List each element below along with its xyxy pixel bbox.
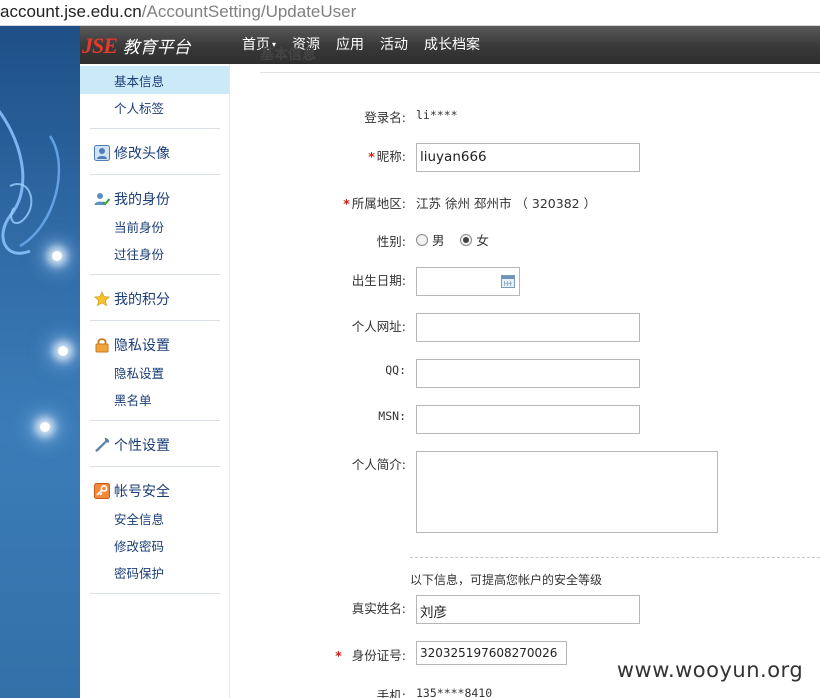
watermark: www.wooyun.org — [600, 653, 820, 687]
lock-icon — [95, 338, 109, 353]
address-bar[interactable]: account.jse.edu.cn/AccountSetting/Update… — [0, 0, 820, 26]
website-label: 个人网址: — [351, 319, 406, 334]
wrench-icon — [95, 437, 110, 452]
gender-label: 性别: — [376, 234, 406, 249]
nickname-label: * 昵称: — [368, 146, 406, 165]
realname-input[interactable]: 刘彦 — [416, 595, 640, 624]
nickname-label-text: 昵称: — [376, 149, 406, 164]
nickname-input[interactable]: liuyan666 — [416, 143, 640, 172]
msn-label: MSN: — [378, 409, 406, 423]
gender-female-label: 女 — [476, 233, 489, 248]
tab-basic-info[interactable]: 基本信息 — [260, 44, 316, 64]
sidebar-item-avatar[interactable]: 修改头像 — [94, 143, 170, 163]
idcard-label: * 身份证号: — [335, 645, 406, 664]
shield-key-icon — [94, 483, 110, 499]
nav-item-growth-archive[interactable]: 成长档案 — [424, 26, 480, 64]
region-label: * 所属地区: — [343, 193, 406, 212]
sidebar-item-personalize[interactable]: 个性设置 — [94, 435, 170, 455]
page: account.jse.edu.cn/AccountSetting/Update… — [0, 0, 820, 698]
idcard-label-text: 身份证号: — [351, 648, 406, 663]
sidebar-item-label: 我的积分 — [114, 292, 170, 308]
logo-name-text: 教育平台 — [122, 38, 191, 58]
section-divider — [410, 557, 820, 558]
region-value: 江苏 徐州 邳州市 （ 320382 ） — [416, 196, 597, 211]
birthday-label: 出生日期: — [351, 273, 406, 288]
star-icon — [94, 291, 110, 307]
url-path: /AccountSetting/UpdateUser — [141, 2, 357, 21]
required-mark: * — [335, 648, 342, 663]
sidebar-divider — [90, 174, 220, 175]
bio-textarea[interactable] — [416, 451, 718, 533]
birthday-input[interactable] — [416, 267, 520, 296]
nav-item-activities[interactable]: 活动 — [380, 26, 408, 64]
sidebar-item-personal-tags[interactable]: 个人标签 — [114, 98, 164, 117]
gender-options: 男 女 — [416, 230, 489, 249]
sidebar-item-privacy[interactable]: 隐私设置 — [94, 335, 170, 355]
gender-male-radio[interactable] — [416, 234, 428, 246]
sidebar-item-points[interactable]: 我的积分 — [94, 289, 170, 309]
tab-underline — [260, 72, 820, 73]
website-input[interactable] — [416, 313, 640, 342]
sidebar-item-label: 个性设置 — [114, 438, 170, 454]
sidebar-divider — [90, 420, 220, 421]
sidebar-item-basic-info[interactable]: 基本信息 — [114, 71, 164, 90]
sparkle-icon — [52, 251, 62, 261]
nav-item-label: 成长档案 — [424, 37, 481, 53]
gender-male-option[interactable]: 男 — [416, 233, 445, 248]
sidebar-divider — [90, 466, 220, 467]
gender-male-label: 男 — [432, 233, 445, 248]
realname-label: 真实姓名: — [351, 601, 406, 616]
login-name-label: 登录名: — [364, 110, 406, 125]
required-mark: * — [368, 149, 375, 164]
profile-form: 基本信息 登录名: li**** * 昵称: liuyan666 * 所属地区: 江… — [230, 47, 820, 698]
sidebar-item-password-protect[interactable]: 密码保护 — [114, 563, 164, 582]
phone-label: 手机: — [376, 688, 406, 698]
sidebar-item-label: 帐号安全 — [114, 484, 170, 500]
login-name-value: li**** — [416, 108, 458, 122]
sidebar-item-change-password[interactable]: 修改密码 — [114, 536, 164, 555]
sidebar-divider — [90, 128, 220, 129]
idcard-input[interactable]: 320325197608270026 — [416, 641, 567, 665]
sidebar-item-identity[interactable]: 我的身份 — [94, 189, 170, 209]
platform-logo[interactable]: JSE 教育平台 — [82, 33, 191, 59]
security-note: 以下信息，可提高您帐户的安全等级 — [410, 573, 603, 587]
left-decorative-background — [0, 26, 80, 698]
sparkle-icon — [58, 346, 68, 356]
gender-female-option[interactable]: 女 — [460, 233, 489, 248]
calendar-icon[interactable] — [501, 275, 515, 288]
sidebar-divider — [90, 593, 220, 594]
logo-jse-text: JSE — [82, 33, 118, 58]
required-mark: * — [343, 196, 350, 211]
msn-input[interactable] — [416, 405, 640, 434]
sidebar-item-past-identity[interactable]: 过往身份 — [114, 244, 164, 263]
sidebar-item-label: 隐私设置 — [114, 338, 170, 354]
phone-value: 135****8410 — [416, 686, 493, 698]
gender-female-radio[interactable] — [460, 234, 473, 246]
nav-item-apps[interactable]: 应用 — [336, 26, 364, 64]
qq-input[interactable] — [416, 359, 640, 388]
sidebar-divider — [90, 274, 220, 275]
qq-label: QQ: — [385, 363, 406, 377]
sparkle-icon — [40, 422, 50, 432]
swirl-decoration-icon — [0, 110, 61, 255]
top-navigation-bar: JSE 教育平台 首页 ▾ 资源 应用 活动 成长档案 — [80, 26, 820, 64]
region-label-text: 所属地区: — [351, 196, 406, 211]
sidebar-item-blacklist[interactable]: 黑名单 — [114, 390, 152, 409]
sidebar-item-current-identity[interactable]: 当前身份 — [114, 217, 164, 236]
nav-item-label: 活动 — [380, 37, 409, 53]
url-host: account.jse.edu.cn — [0, 2, 142, 21]
sidebar-item-privacy-settings[interactable]: 隐私设置 — [114, 363, 164, 382]
settings-sidebar: 基本信息 个人标签 修改头像 我的身份 当前身份 过往身份 我的积分 隐私设置 … — [80, 64, 230, 698]
nav-item-label: 应用 — [336, 37, 365, 53]
user-check-icon — [94, 193, 110, 206]
sidebar-item-account-security[interactable]: 帐号安全 — [94, 481, 170, 501]
sidebar-item-label: 我的身份 — [114, 192, 170, 208]
bio-label: 个人简介: — [351, 457, 406, 472]
portrait-icon — [94, 145, 110, 161]
sidebar-divider — [90, 320, 220, 321]
sidebar-item-label: 修改头像 — [114, 146, 170, 162]
sidebar-item-security-info[interactable]: 安全信息 — [114, 509, 164, 528]
